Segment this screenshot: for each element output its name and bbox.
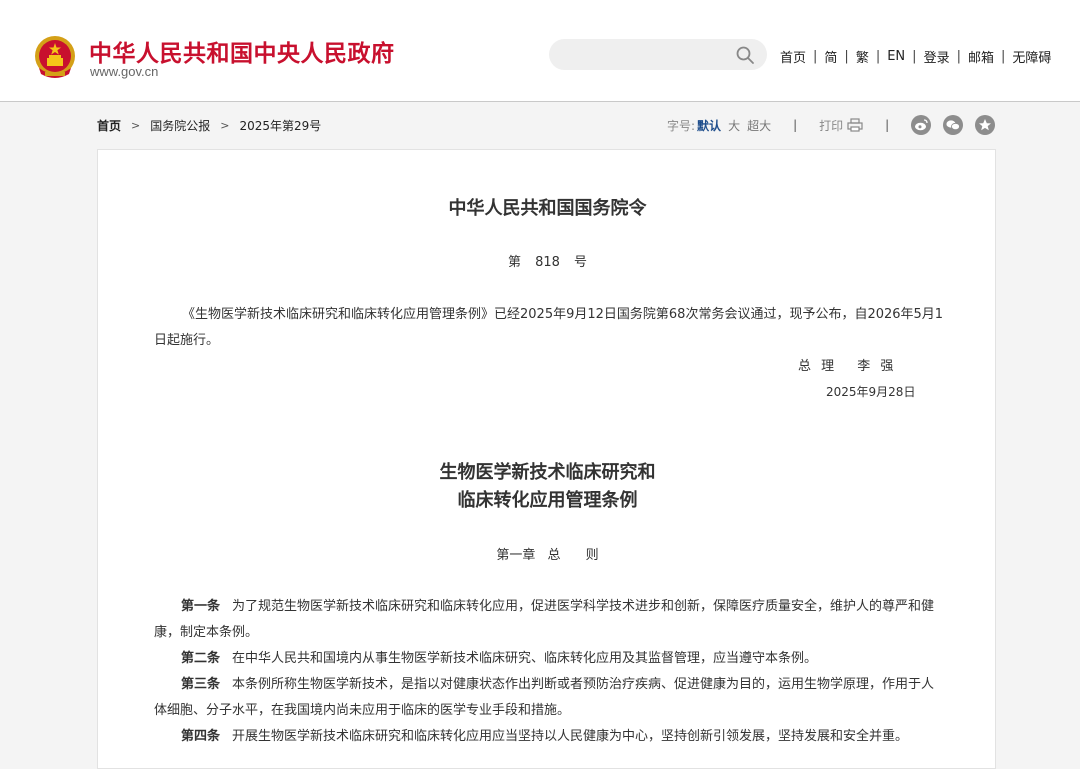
signer: 总 理 李 强 <box>798 359 894 374</box>
clause-text: 在中华人民共和国境内从事生物医学新技术临床研究、临床转化应用及其监督管理，应当遵… <box>232 651 818 666</box>
clause: 第四条 开展生物医学新技术临床研究和临床转化应用应当坚持以人民健康为中心，坚持创新… <box>154 724 944 750</box>
tools-divider: | <box>885 118 890 132</box>
favorite-icon[interactable] <box>975 115 996 135</box>
site-title[interactable]: 中华人民共和国中央人民政府 <box>89 34 395 68</box>
order-title: 中华人民共和国国务院令 <box>448 198 647 219</box>
chevron-right-icon: > <box>131 119 141 132</box>
breadcrumb-issue[interactable]: 2025年第29号 <box>239 117 321 134</box>
tools-divider: | <box>793 118 798 132</box>
top-nav: 首页 | 简 | 繁 | EN | 登录 | 邮箱 | 无障碍 <box>780 46 1051 66</box>
regulation-title: 生物医学新技术临床研究和 临床转化应用管理条例 <box>98 459 997 515</box>
clause-label: 第四条 <box>181 729 221 744</box>
site-header: 中华人民共和国中央人民政府 www.gov.cn 首页 | 简 | 繁 | EN… <box>0 0 1080 102</box>
print-button[interactable]: 打印 <box>819 117 843 134</box>
breadcrumb-bulletin[interactable]: 国务院公报 <box>150 117 210 134</box>
clause-label: 第三条 <box>181 677 221 692</box>
clause-text: 为了规范生物医学新技术临床研究和临床转化应用，促进医学科学技术进步和创新，保障医… <box>154 599 935 640</box>
font-size-xlarge[interactable]: 超大 <box>747 117 771 134</box>
nav-separator: | <box>844 48 849 64</box>
nav-separator: | <box>1000 48 1006 64</box>
font-size-large[interactable]: 大 <box>728 117 740 134</box>
nav-accessibility[interactable]: 无障碍 <box>1012 47 1051 66</box>
breadcrumb: 首页 > 国务院公报 > 2025年第29号 <box>97 117 321 134</box>
nav-login[interactable]: 登录 <box>924 47 950 66</box>
weibo-icon[interactable] <box>911 115 932 135</box>
chevron-right-icon: > <box>220 119 230 132</box>
clause-label: 第一条 <box>181 599 221 614</box>
sign-date: 2025年9月28日 <box>826 385 916 399</box>
search-input[interactable] <box>563 45 723 64</box>
nav-separator: | <box>912 48 917 64</box>
printer-icon[interactable] <box>847 118 863 132</box>
search-box <box>549 39 767 70</box>
clause-list: 第一条 为了规范生物医学新技术临床研究和临床转化应用，促进医学科学技术进步和创新，… <box>154 594 944 750</box>
nav-separator: | <box>813 48 818 64</box>
article-card: 中华人民共和国国务院令 第 818 号 《生物医学新技术临床研究和临床转化应用管… <box>97 149 996 769</box>
regulation-title-line2: 临床转化应用管理条例 <box>457 490 638 511</box>
nav-home[interactable]: 首页 <box>780 47 806 66</box>
font-size-default[interactable]: 默认 <box>697 117 721 134</box>
wechat-icon[interactable] <box>943 115 964 135</box>
nav-simplified[interactable]: 简 <box>824 47 837 66</box>
order-body: 《生物医学新技术临床研究和临床转化应用管理条例》已经2025年9月12日国务院第… <box>154 307 944 348</box>
nav-separator: | <box>875 48 881 64</box>
nav-traditional[interactable]: 繁 <box>856 47 869 66</box>
clause-text: 开展生物医学新技术临床研究和临床转化应用应当坚持以人民健康为中心，坚持创新引领发… <box>232 729 909 744</box>
font-size-label: 字号: <box>667 118 696 133</box>
regulation-title-line1: 生物医学新技术临床研究和 <box>439 462 656 483</box>
nav-english[interactable]: EN <box>887 49 905 64</box>
clause: 第二条 在中华人民共和国境内从事生物医学新技术临床研究、临床转化应用及其监督管理，… <box>154 646 944 672</box>
clause: 第一条 为了规范生物医学新技术临床研究和临床转化应用，促进医学科学技术进步和创新，… <box>154 594 944 646</box>
clause-label: 第二条 <box>181 651 221 666</box>
nav-mailbox[interactable]: 邮箱 <box>968 47 994 66</box>
chapter-heading: 第一章 总 则 <box>496 548 599 563</box>
article-tools: 字号: 默认 大 超大 | 打印 | <box>667 115 996 135</box>
clause: 第三条 本条例所称生物医学新技术，是指以对健康状态作出判断或者预防治疗疾病、促进健… <box>154 672 944 724</box>
clause-text: 本条例所称生物医学新技术，是指以对健康状态作出判断或者预防治疗疾病、促进健康为目… <box>154 677 935 718</box>
national-emblem-icon[interactable] <box>33 34 77 80</box>
order-number: 第 818 号 <box>507 255 588 270</box>
site-url: www.gov.cn <box>90 64 159 79</box>
nav-separator: | <box>956 48 961 64</box>
search-icon[interactable] <box>735 45 755 65</box>
breadcrumb-home[interactable]: 首页 <box>97 117 121 134</box>
